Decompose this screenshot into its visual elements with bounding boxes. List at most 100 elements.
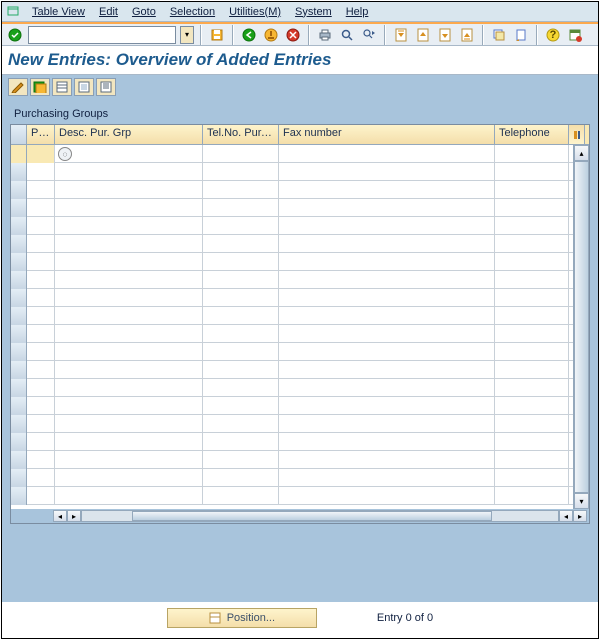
- new-session-button[interactable]: [490, 26, 508, 44]
- table-row[interactable]: [11, 199, 573, 217]
- scroll-left2-button[interactable]: ◂: [559, 510, 573, 522]
- cell-pu[interactable]: [27, 289, 55, 307]
- position-button[interactable]: Position...: [167, 608, 317, 628]
- cell-fax[interactable]: [279, 289, 495, 307]
- row-selector[interactable]: [11, 271, 27, 289]
- cell-fax[interactable]: [279, 469, 495, 487]
- cell-pu[interactable]: [27, 217, 55, 235]
- cell-telno[interactable]: [203, 307, 279, 325]
- cell-telephone[interactable]: [495, 433, 569, 451]
- cell-fax[interactable]: [279, 307, 495, 325]
- row-selector[interactable]: [11, 307, 27, 325]
- menu-system[interactable]: System: [289, 4, 338, 20]
- menu-selection[interactable]: Selection: [164, 4, 221, 20]
- row-selector[interactable]: [11, 199, 27, 217]
- cell-desc[interactable]: [55, 163, 203, 181]
- col-header-pu[interactable]: Pu...: [27, 125, 55, 144]
- cell-fax[interactable]: [279, 145, 495, 163]
- select-all-button[interactable]: [30, 78, 50, 96]
- print-button[interactable]: [316, 26, 334, 44]
- cell-desc[interactable]: [55, 415, 203, 433]
- row-selector[interactable]: [11, 181, 27, 199]
- cell-telno[interactable]: [203, 451, 279, 469]
- cell-pu[interactable]: [27, 181, 55, 199]
- scroll-right-button[interactable]: ▸: [67, 510, 81, 522]
- find-button[interactable]: [338, 26, 356, 44]
- table-row[interactable]: [11, 379, 573, 397]
- cell-fax[interactable]: [279, 181, 495, 199]
- f4-help-icon[interactable]: ◌: [58, 147, 72, 161]
- table-row[interactable]: [11, 325, 573, 343]
- system-menu-icon[interactable]: [6, 5, 20, 19]
- print-app-button[interactable]: [96, 78, 116, 96]
- cancel-button[interactable]: [284, 26, 302, 44]
- row-selector[interactable]: [11, 253, 27, 271]
- table-row[interactable]: [11, 451, 573, 469]
- vscroll-thumb[interactable]: [574, 161, 589, 493]
- col-header-telephone[interactable]: Telephone: [495, 125, 569, 144]
- row-selector[interactable]: [11, 433, 27, 451]
- cell-desc[interactable]: [55, 199, 203, 217]
- cell-telephone[interactable]: [495, 163, 569, 181]
- menu-table-view[interactable]: Table View: [26, 4, 91, 20]
- next-page-button[interactable]: [436, 26, 454, 44]
- cell-pu[interactable]: [27, 163, 55, 181]
- table-row[interactable]: ◌: [11, 145, 573, 163]
- table-row[interactable]: [11, 469, 573, 487]
- enter-button[interactable]: [6, 26, 24, 44]
- cell-fax[interactable]: [279, 235, 495, 253]
- table-row[interactable]: [11, 415, 573, 433]
- cell-telno[interactable]: [203, 469, 279, 487]
- cell-pu[interactable]: [27, 451, 55, 469]
- command-field[interactable]: [28, 26, 176, 44]
- row-selector[interactable]: [11, 379, 27, 397]
- cell-telephone[interactable]: [495, 397, 569, 415]
- scroll-right2-button[interactable]: ▸: [573, 510, 587, 522]
- cell-telno[interactable]: [203, 253, 279, 271]
- table-settings-button[interactable]: [569, 125, 585, 144]
- table-row[interactable]: [11, 343, 573, 361]
- cell-desc[interactable]: ◌: [55, 145, 203, 163]
- cell-pu[interactable]: [27, 433, 55, 451]
- cell-desc[interactable]: [55, 487, 203, 505]
- table-row[interactable]: [11, 487, 573, 505]
- col-header-fax[interactable]: Fax number: [279, 125, 495, 144]
- cell-fax[interactable]: [279, 487, 495, 505]
- last-page-button[interactable]: [458, 26, 476, 44]
- cell-desc[interactable]: [55, 469, 203, 487]
- cell-desc[interactable]: [55, 451, 203, 469]
- table-row[interactable]: [11, 307, 573, 325]
- row-selector[interactable]: [11, 163, 27, 181]
- cell-telno[interactable]: [203, 325, 279, 343]
- table-row[interactable]: [11, 181, 573, 199]
- vscroll-track[interactable]: [574, 161, 589, 493]
- menu-goto[interactable]: Goto: [126, 4, 162, 20]
- table-row[interactable]: [11, 253, 573, 271]
- cell-telno[interactable]: [203, 397, 279, 415]
- cell-telno[interactable]: [203, 145, 279, 163]
- cell-pu[interactable]: [27, 271, 55, 289]
- table-row[interactable]: [11, 217, 573, 235]
- cell-telno[interactable]: [203, 433, 279, 451]
- cell-telno[interactable]: [203, 217, 279, 235]
- cell-fax[interactable]: [279, 433, 495, 451]
- cell-pu[interactable]: [27, 253, 55, 271]
- cell-desc[interactable]: [55, 253, 203, 271]
- scroll-down-button[interactable]: ▾: [574, 493, 589, 509]
- cell-telephone[interactable]: [495, 217, 569, 235]
- first-page-button[interactable]: [392, 26, 410, 44]
- cell-telephone[interactable]: [495, 199, 569, 217]
- cell-pu[interactable]: [27, 307, 55, 325]
- cell-telno[interactable]: [203, 271, 279, 289]
- cell-desc[interactable]: [55, 307, 203, 325]
- row-selector[interactable]: [11, 487, 27, 505]
- table-row[interactable]: [11, 271, 573, 289]
- cell-telephone[interactable]: [495, 307, 569, 325]
- table-row[interactable]: [11, 235, 573, 253]
- row-selector-header[interactable]: [11, 125, 27, 144]
- save-button[interactable]: [208, 26, 226, 44]
- row-selector[interactable]: [11, 451, 27, 469]
- cell-telephone[interactable]: [495, 235, 569, 253]
- cell-desc[interactable]: [55, 217, 203, 235]
- cell-telno[interactable]: [203, 199, 279, 217]
